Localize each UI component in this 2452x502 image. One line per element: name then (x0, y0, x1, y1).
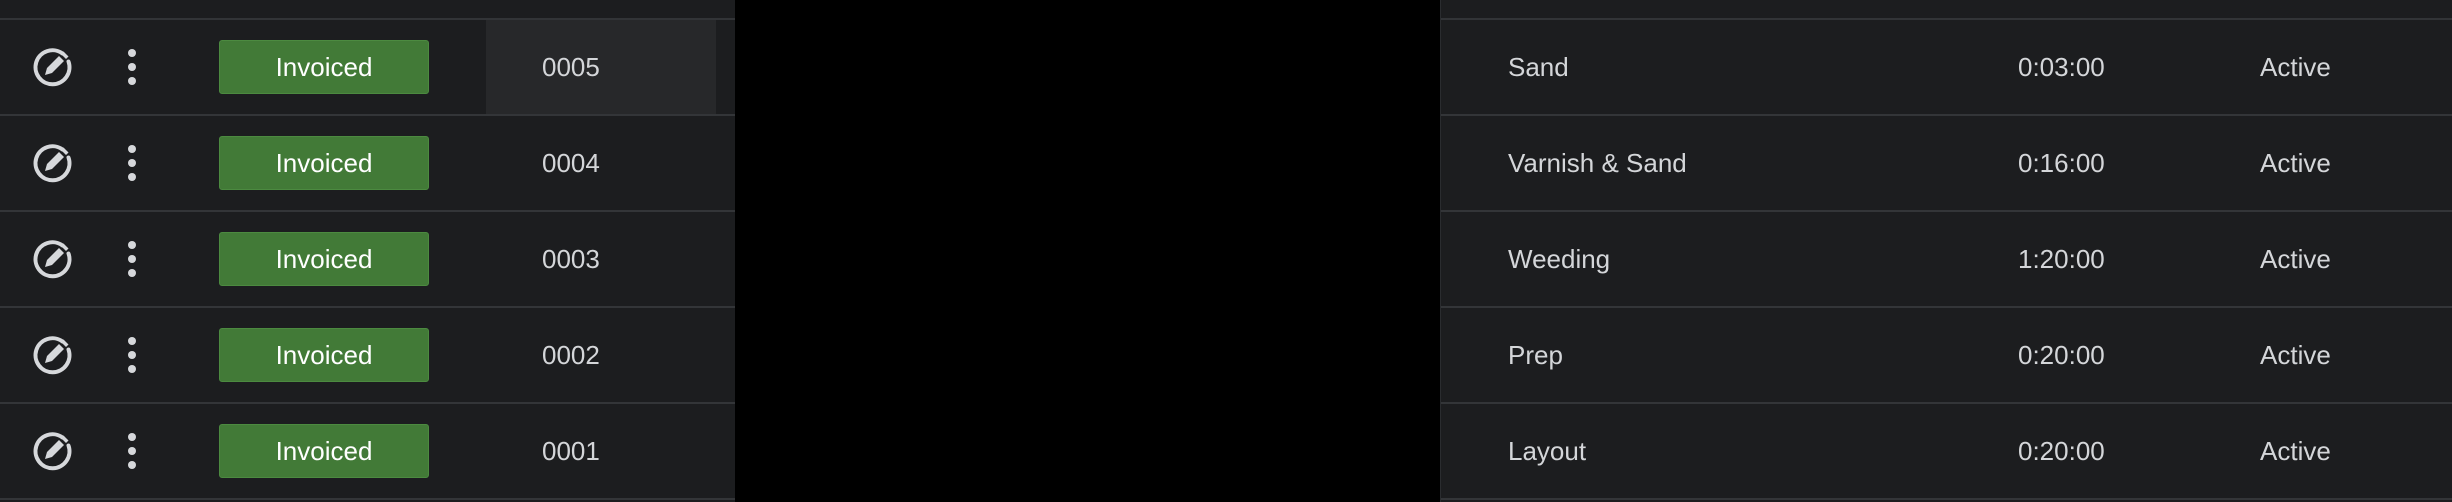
task-cell: Prep (1508, 308, 2008, 402)
duration-cell: 0:20:00 (2018, 404, 2158, 498)
state-cell: Active (2260, 308, 2410, 402)
status-cell: Invoiced (219, 116, 431, 210)
id-cell: 0003 (486, 212, 716, 306)
state: Active (2260, 435, 2331, 466)
status-cell: Invoiced (219, 404, 431, 498)
task-name: Prep (1508, 339, 1563, 370)
more-options-button[interactable] (112, 139, 152, 187)
more-vertical-icon (128, 49, 136, 85)
duration-cell: 0:16:00 (2018, 116, 2158, 210)
task-cell: Weeding (1508, 212, 2008, 306)
status-badge[interactable]: Invoiced (219, 424, 429, 478)
status-badge[interactable]: Invoiced (219, 328, 429, 382)
status-badge[interactable]: Invoiced (219, 40, 429, 94)
status-cell: Invoiced (219, 20, 431, 114)
duration: 0:20:00 (2018, 435, 2105, 466)
state-cell: Active (2260, 404, 2410, 498)
more-cell (112, 116, 152, 210)
edit-cell (28, 308, 78, 402)
task-cell: Varnish & Sand (1508, 116, 2008, 210)
more-vertical-icon (128, 145, 136, 181)
more-cell (112, 308, 152, 402)
edit-button[interactable] (29, 43, 77, 91)
job-id: 0002 (542, 339, 600, 370)
edit-cell (28, 116, 78, 210)
status-badge[interactable]: Invoiced (219, 136, 429, 190)
id-cell: 0005 (486, 20, 716, 114)
job-table: Invoiced 0005 Sand 0:03:00 Active Invoic… (0, 0, 2452, 502)
status-cell: Invoiced (219, 212, 431, 306)
duration: 0:20:00 (2018, 339, 2105, 370)
edit-cell (28, 20, 78, 114)
column-divider (1440, 0, 1441, 502)
edit-button[interactable] (29, 331, 77, 379)
more-options-button[interactable] (112, 427, 152, 475)
id-cell: 0002 (486, 308, 716, 402)
state: Active (2260, 147, 2331, 178)
job-id: 0004 (542, 147, 600, 178)
duration: 1:20:00 (2018, 243, 2105, 274)
status-cell: Invoiced (219, 308, 431, 402)
more-cell (112, 20, 152, 114)
more-options-button[interactable] (112, 235, 152, 283)
state-cell: Active (2260, 212, 2410, 306)
id-cell: 0004 (486, 116, 716, 210)
more-vertical-icon (128, 241, 136, 277)
task-name: Sand (1508, 51, 1569, 82)
edit-icon (33, 144, 72, 183)
task-name: Layout (1508, 435, 1587, 466)
duration: 0:16:00 (2018, 147, 2105, 178)
more-options-button[interactable] (112, 43, 152, 91)
status-badge[interactable]: Invoiced (219, 232, 429, 286)
task-cell: Sand (1508, 20, 2008, 114)
more-options-button[interactable] (112, 331, 152, 379)
id-cell: 0001 (486, 404, 716, 498)
duration: 0:03:00 (2018, 51, 2105, 82)
job-id: 0005 (542, 51, 600, 82)
task-name: Varnish & Sand (1508, 147, 1687, 178)
duration-cell: 0:03:00 (2018, 20, 2158, 114)
edit-button[interactable] (29, 427, 77, 475)
more-cell (112, 404, 152, 498)
redacted-region (735, 0, 1440, 502)
more-vertical-icon (128, 337, 136, 373)
edit-cell (28, 212, 78, 306)
edit-icon (33, 336, 72, 375)
more-cell (112, 212, 152, 306)
job-id: 0003 (542, 243, 600, 274)
more-vertical-icon (128, 433, 136, 469)
state-cell: Active (2260, 116, 2410, 210)
job-id: 0001 (542, 435, 600, 466)
state: Active (2260, 339, 2331, 370)
state: Active (2260, 51, 2331, 82)
duration-cell: 0:20:00 (2018, 308, 2158, 402)
edit-button[interactable] (29, 235, 77, 283)
edit-icon (33, 432, 72, 471)
state: Active (2260, 243, 2331, 274)
edit-icon (33, 48, 72, 87)
task-name: Weeding (1508, 243, 1611, 274)
edit-button[interactable] (29, 139, 77, 187)
duration-cell: 1:20:00 (2018, 212, 2158, 306)
task-cell: Layout (1508, 404, 2008, 498)
edit-cell (28, 404, 78, 498)
edit-icon (33, 240, 72, 279)
state-cell: Active (2260, 20, 2410, 114)
